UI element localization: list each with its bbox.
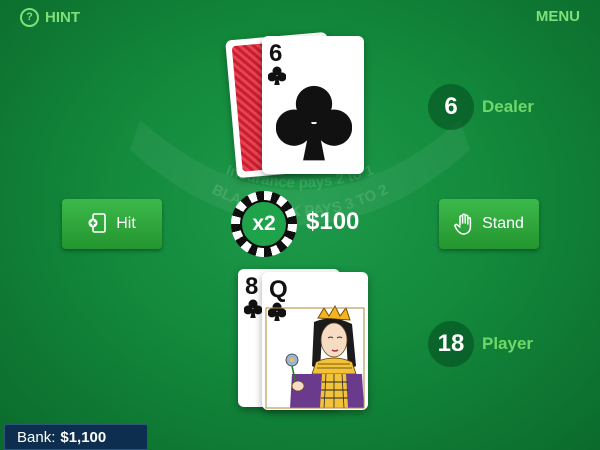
hit-label: Hit [116, 215, 136, 232]
dealer-card-6-clubs: 6 [262, 36, 364, 174]
hint-label: HINT [45, 9, 80, 26]
card-rank: 8 [245, 273, 259, 300]
bank-amount: $1,100 [60, 428, 107, 446]
hand-icon [454, 213, 472, 235]
hint-button[interactable]: ? HINT [20, 8, 80, 27]
player-score-label: Player [482, 334, 534, 353]
add-card-icon [88, 213, 107, 233]
dealer-score: 6 Dealer [428, 84, 534, 130]
club-icon [244, 299, 262, 318]
dealer-score-value: 6 [428, 84, 474, 130]
stand-button[interactable]: Stand [439, 199, 539, 249]
player-card-q-clubs: Q [262, 272, 368, 410]
bet-amount: $100 [306, 208, 360, 235]
bet-chip[interactable]: x2 [231, 191, 297, 257]
card-rank: Q [269, 276, 288, 303]
dealer-score-label: Dealer [482, 97, 534, 116]
queen-illustration [265, 304, 365, 409]
chip-multiplier: x2 [240, 200, 288, 248]
hit-button[interactable]: Hit [62, 199, 162, 249]
question-icon: ? [20, 8, 39, 27]
player-score: 18 Player [428, 321, 533, 367]
bank-label: Bank: [17, 428, 56, 446]
bank-panel: Bank: $1,100 [4, 424, 148, 450]
stand-label: Stand [482, 215, 524, 232]
player-score-value: 18 [428, 321, 474, 367]
card-rank: 6 [269, 40, 283, 67]
menu-button[interactable]: MENU [536, 8, 580, 25]
club-icon [268, 66, 286, 85]
club-pip-icon [276, 85, 352, 161]
